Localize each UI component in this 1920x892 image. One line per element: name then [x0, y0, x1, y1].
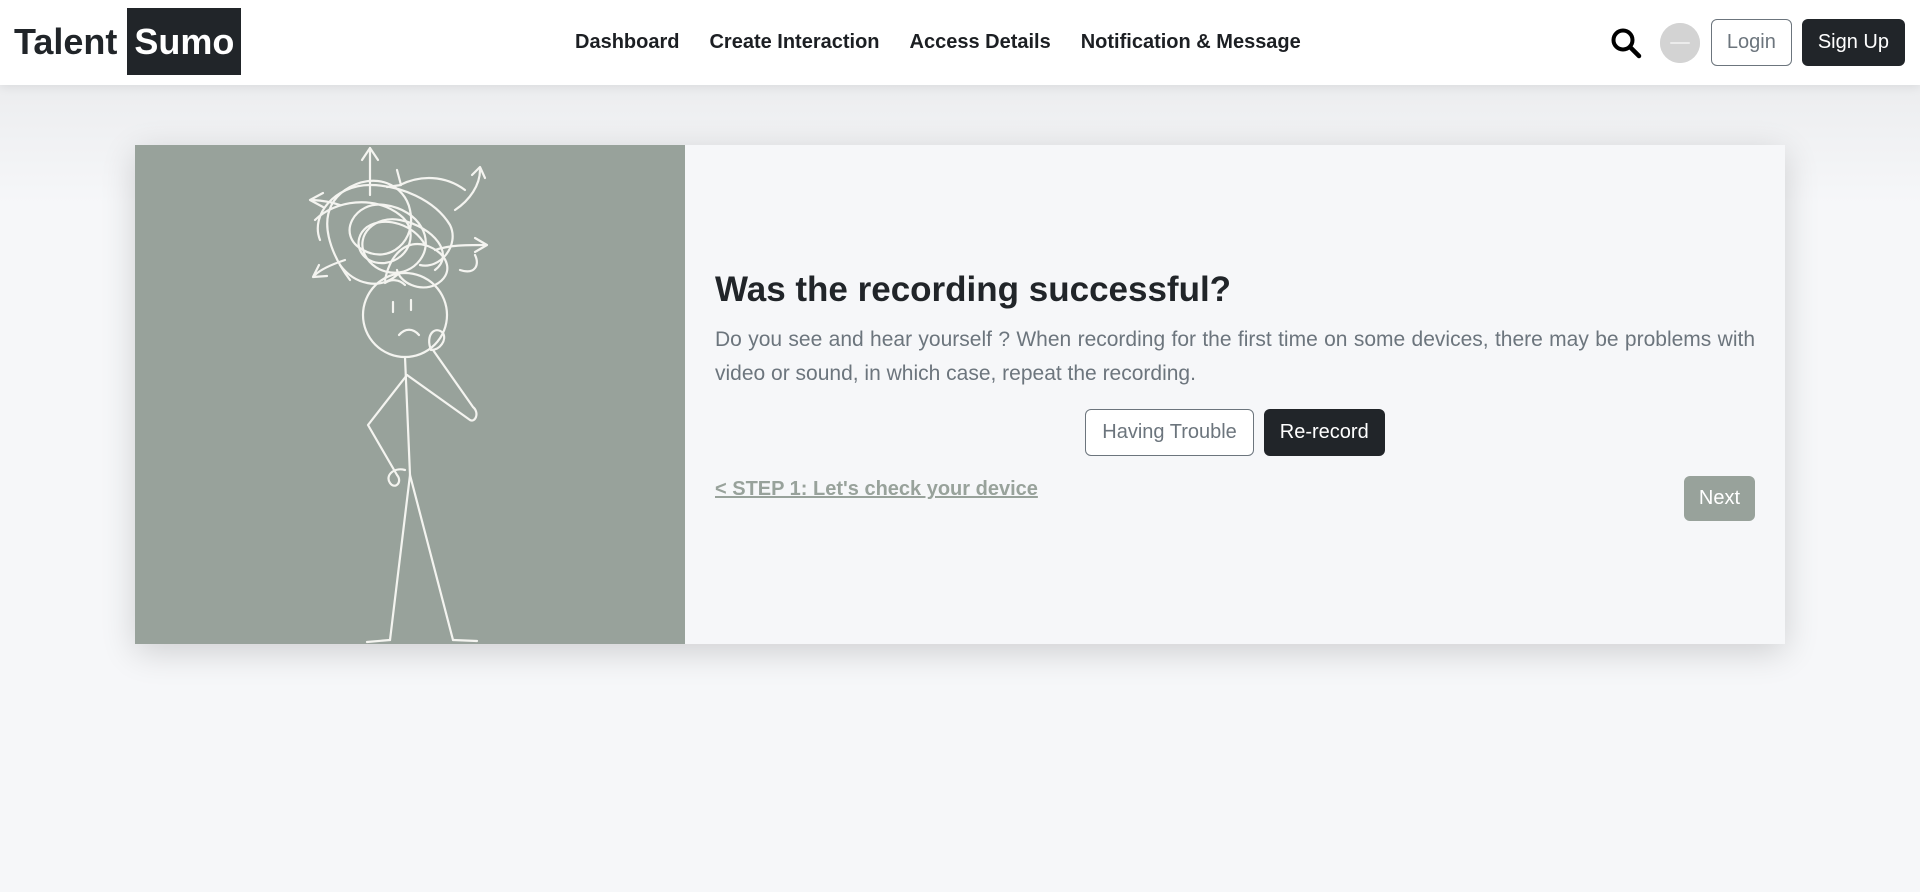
avatar[interactable]: [1659, 22, 1700, 63]
recording-check-card: Was the recording successful? Do you see…: [135, 145, 1785, 644]
signup-button[interactable]: Sign Up: [1801, 19, 1905, 66]
nav-item-notification-message[interactable]: Notification & Message: [1081, 31, 1301, 54]
recording-actions: Having Trouble Re-record: [685, 409, 1785, 456]
nav-item-create-interaction[interactable]: Create Interaction: [709, 31, 879, 54]
top-navbar: Talent Sumo Dashboard Create Interaction…: [0, 0, 1920, 85]
next-button[interactable]: Next: [1683, 476, 1755, 521]
login-button[interactable]: Login: [1710, 19, 1792, 66]
brand-logo[interactable]: Talent Sumo: [14, 8, 242, 75]
rerecord-button[interactable]: Re-record: [1263, 409, 1385, 456]
brand-text-talent: Talent: [14, 20, 118, 62]
nav-item-dashboard[interactable]: Dashboard: [575, 31, 679, 54]
search-icon[interactable]: [1610, 27, 1642, 59]
avatar-placeholder-icon: [1659, 22, 1700, 63]
brand-text-sumo: Sumo: [127, 8, 242, 75]
nav-item-access-details[interactable]: Access Details: [910, 31, 1051, 54]
main-nav: Dashboard Create Interaction Access Deta…: [575, 0, 1301, 85]
header-actions: Login Sign Up: [1610, 0, 1905, 85]
having-trouble-button[interactable]: Having Trouble: [1085, 409, 1254, 456]
card-title: Was the recording successful?: [715, 270, 1232, 309]
card-content: Was the recording successful? Do you see…: [685, 145, 1785, 644]
stick-figure-icon: [308, 146, 489, 644]
confused-figure-illustration: [135, 145, 685, 644]
card-description: Do you see and hear yourself ? When reco…: [715, 328, 1755, 385]
step-back-link[interactable]: < STEP 1: Let's check your device: [715, 478, 1038, 501]
